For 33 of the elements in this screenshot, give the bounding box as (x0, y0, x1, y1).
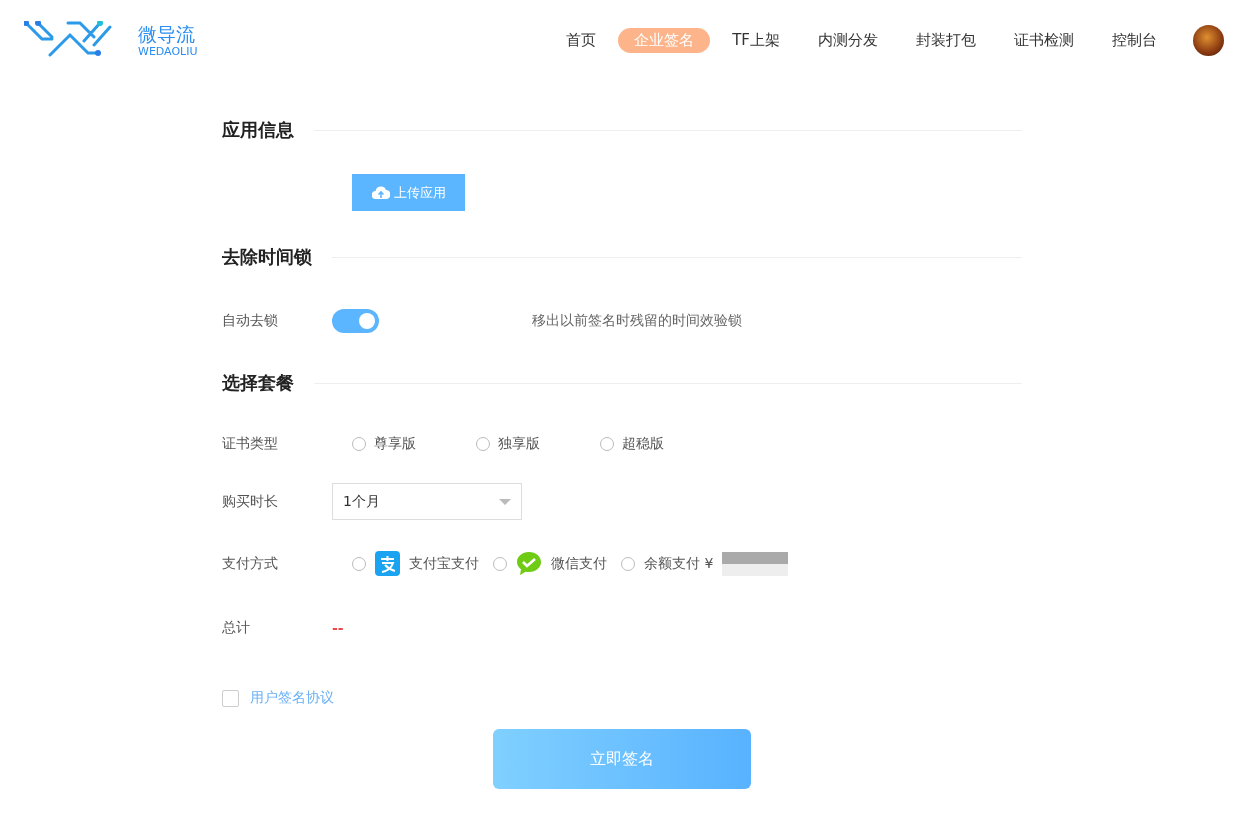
radio-label: 支付宝支付 (409, 554, 479, 573)
nav-tab[interactable]: 首页 (550, 27, 613, 53)
radio-label: 尊享版 (374, 435, 416, 453)
field-label: 自动去锁 (222, 312, 279, 330)
logo-subtitle: WEDAOLIU (138, 44, 198, 58)
payment-logo-icon (375, 551, 400, 576)
field-label: 总计 (222, 619, 251, 637)
blurred-amount (722, 551, 789, 576)
agreement-checkbox[interactable] (222, 689, 239, 707)
cloud-upload-icon (371, 186, 390, 199)
field-label: 支付方式 (222, 554, 279, 573)
toggle-description: 移出以前签名时残留的时间效验锁 (532, 312, 742, 330)
section-title: 去除时间锁 (222, 245, 312, 269)
nav-tab[interactable]: 控制台 (1096, 27, 1173, 53)
radio-label: 超稳版 (622, 435, 664, 453)
total-value: -- (332, 620, 344, 636)
section-title: 选择套餐 (222, 371, 294, 395)
radio-label: 独享版 (498, 435, 540, 453)
radio-label: 微信支付 (551, 554, 607, 573)
chat-check-icon (516, 551, 542, 576)
nav-tab[interactable]: 封装打包 (900, 27, 992, 53)
field-label: 购买时长 (222, 492, 279, 511)
caret-icon (499, 498, 511, 505)
nav-tab[interactable]: 内测分发 (802, 27, 894, 53)
duration-dropdown[interactable]: 1个月 (332, 483, 522, 520)
nav-tab[interactable]: TF上架 (716, 27, 796, 53)
field-label: 证书类型 (222, 435, 279, 453)
auto-unlock-toggle[interactable] (332, 309, 379, 333)
logo-name: 微导流 (138, 22, 196, 45)
radio-label: 余额支付 ¥ (644, 554, 714, 573)
section-title: 应用信息 (222, 118, 294, 142)
avatar[interactable] (1193, 24, 1224, 56)
nav-tab[interactable]: 证书检测 (998, 27, 1090, 53)
